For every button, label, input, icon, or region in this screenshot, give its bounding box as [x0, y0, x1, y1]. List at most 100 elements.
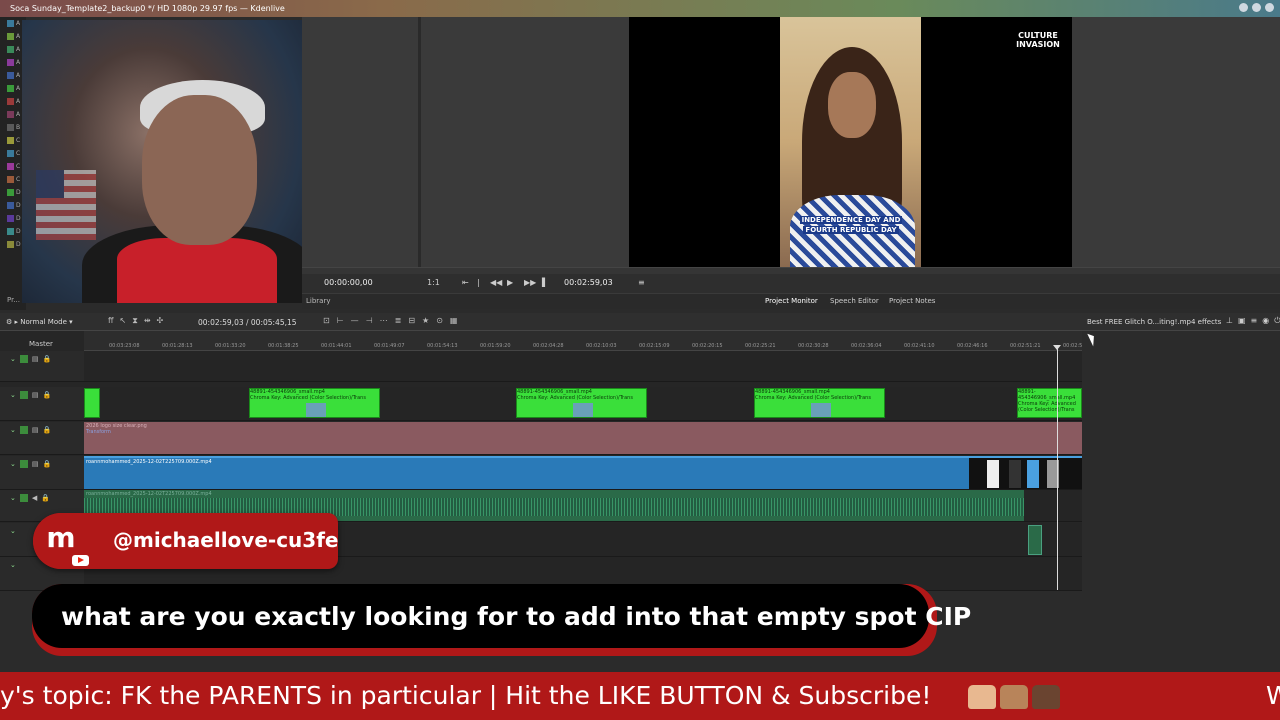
play-icon[interactable]: ▶	[507, 278, 513, 287]
lock-icon[interactable]: 🔒	[43, 460, 52, 468]
green-clip[interactable]: 48891-454346906_small.mp4 Chroma Key: Adv…	[516, 388, 647, 418]
green-clip[interactable]: 48891-454346906_small.mp4 Chroma Key: Adv…	[249, 388, 380, 418]
green-clip[interactable]	[84, 388, 100, 418]
ruler-tick-label: 00:01:49:07	[374, 343, 405, 349]
overwrite-icon[interactable]: —	[351, 316, 359, 325]
track-header: ⌄ ▤ 🔒	[0, 456, 84, 489]
logo-clip[interactable]: 2026 logo size clear.png Transform	[84, 422, 1082, 454]
audio-clip-small[interactable]	[1028, 525, 1042, 555]
lift-icon[interactable]: ⊢	[337, 316, 344, 325]
tab-speech-editor[interactable]: Speech Editor	[830, 297, 879, 305]
eye-icon[interactable]: ◉	[1262, 316, 1269, 326]
master-label: Master	[29, 340, 53, 348]
ruler-tick-label: 00:02:5	[1063, 343, 1083, 349]
settings-icon[interactable]: ⋯	[380, 316, 388, 325]
insert-icon[interactable]: ⊡	[323, 316, 330, 325]
track-v3[interactable]: ⌄ ▤ 🔒 48891-454346906_small.mp4 Chroma Key:…	[0, 387, 1082, 421]
pin-icon[interactable]: ⊥	[1226, 316, 1233, 326]
clip-thumbnails	[969, 458, 1082, 489]
minimize-button[interactable]	[1239, 3, 1248, 12]
track-target[interactable]	[19, 494, 28, 502]
project-timecode[interactable]: 00:02:59,03	[564, 278, 613, 287]
clip-timecode[interactable]: 00:00:00,00	[324, 278, 373, 287]
expand-icon[interactable]: ⌄	[10, 460, 16, 468]
track-target[interactable]	[19, 426, 28, 434]
hide-icon[interactable]: ▤	[32, 391, 39, 399]
compare-icon[interactable]: ▣	[1238, 316, 1246, 326]
mixer-icon[interactable]: ≣	[395, 316, 402, 325]
track-target[interactable]	[19, 355, 28, 363]
project-monitor[interactable]: INDEPENDENCE DAY AND FOURTH REPUBLIC DAY…	[302, 17, 1280, 267]
ruler-tick-label: 00:02:25:21	[745, 343, 776, 349]
power-icon[interactable]: ⏻	[1274, 316, 1280, 326]
track-v2[interactable]: ⌄ ▤ 🔒 2026 logo size clear.png Transform	[0, 422, 1082, 455]
select-tool-icon[interactable]: ↖	[120, 316, 127, 326]
track-v4[interactable]: ⌄ ▤ 🔒	[0, 351, 1082, 382]
mute-icon[interactable]: ◀	[32, 494, 37, 502]
bookmark-icon[interactable]: ▌	[542, 278, 548, 287]
skip-start-icon[interactable]: ⇤	[462, 278, 469, 287]
webcam-feed	[22, 20, 302, 303]
hide-icon[interactable]: ▤	[32, 355, 39, 363]
marker-icon[interactable]: ⊙	[436, 316, 443, 325]
panel-short-label[interactable]: Pr...	[7, 296, 20, 304]
razor-tool-icon[interactable]: ⧗	[132, 316, 138, 326]
track-icon[interactable]: ff	[108, 316, 114, 326]
expand-icon[interactable]: ⌄	[10, 355, 16, 363]
edit-mode-select[interactable]: ⚙ ▸ Normal Mode ▾	[6, 318, 73, 326]
ruler-tick-label: 00:02:15:09	[639, 343, 670, 349]
video-caption: INDEPENDENCE DAY AND FOURTH REPUBLIC DAY	[799, 216, 903, 234]
list-icon[interactable]: ≡	[1251, 316, 1258, 326]
zoom-icon[interactable]: ⊟	[408, 316, 415, 325]
track-v1[interactable]: ⌄ ▤ 🔒 roannmohammed_2025-12-02T225709.000Z…	[0, 456, 1082, 490]
hide-icon[interactable]: ▤	[32, 426, 39, 434]
expand-icon[interactable]: ⌄	[10, 494, 16, 502]
expand-icon[interactable]: ⌄	[10, 391, 16, 399]
window-titlebar: Soca Sunday_Template2_backup0 */ HD 1080…	[0, 0, 1280, 17]
expand-icon[interactable]: ⌄	[10, 426, 16, 434]
screen: Soca Sunday_Template2_backup0 */ HD 1080…	[0, 0, 1280, 720]
menu-icon[interactable]: ≡	[638, 278, 645, 287]
ruler-tick-label: 00:01:28:13	[162, 343, 193, 349]
timeline-ruler[interactable]: 00:03:23:08 00:01:28:13 00:01:33:20 00:01:3…	[84, 331, 1082, 351]
mix-icon[interactable]: ▦	[450, 316, 458, 325]
lock-icon[interactable]: 🔒	[43, 426, 52, 434]
lock-icon[interactable]: 🔒	[43, 391, 52, 399]
dock-tabs: Library Project Monitor Speech Editor Pr…	[302, 293, 1280, 309]
video-clip[interactable]: roannmohammed_2025-12-02T225709.000Z.mp4	[84, 456, 1082, 489]
star-icon[interactable]: ★	[422, 316, 429, 325]
chat-username: @michaellove-cu3fe	[113, 528, 339, 552]
timeline-toolbar: ⚙ ▸ Normal Mode ▾ ff ↖ ⧗ ⇹ ✣ 00:02:59,03…	[0, 313, 1280, 331]
maximize-button[interactable]	[1252, 3, 1261, 12]
spacer-tool-icon[interactable]: ⇹	[144, 316, 151, 326]
ruler-tick-label: 00:02:36:04	[851, 343, 882, 349]
tab-project-monitor[interactable]: Project Monitor	[765, 297, 818, 305]
forward-icon[interactable]: ▶▶	[524, 278, 536, 287]
playhead[interactable]	[1053, 345, 1061, 590]
mouse-cursor	[1087, 331, 1098, 347]
lock-icon[interactable]: 🔒	[41, 494, 50, 502]
slip-tool-icon[interactable]: ✣	[157, 316, 164, 326]
expand-icon[interactable]: ⌄	[10, 527, 16, 535]
lock-icon[interactable]: 🔒	[43, 355, 52, 363]
ruler-tick-label: 00:02:04:28	[533, 343, 564, 349]
rewind-icon[interactable]: ◀◀	[490, 278, 502, 287]
green-clip[interactable]: 48891-454346906_small.mp4 Chroma Key: Adv…	[754, 388, 885, 418]
hide-icon[interactable]: ▤	[32, 460, 39, 468]
tab-project-notes[interactable]: Project Notes	[889, 297, 935, 305]
thumbs-up-icons	[968, 685, 1060, 709]
timeline-edit-icons: ⊡ ⊢ — ⊣ ⋯ ≣ ⊟ ★ ⊙ ▦	[323, 316, 457, 325]
ticker-text-tail: W	[1266, 681, 1280, 710]
zoom-select[interactable]: 1:1	[427, 278, 440, 287]
monitor-ruler[interactable]	[302, 268, 1280, 274]
green-clip[interactable]: 48891-454346906_small.mp4 Chroma Key: Adv…	[1017, 388, 1082, 418]
track-target[interactable]	[19, 391, 28, 399]
close-button[interactable]	[1265, 3, 1274, 12]
prev-frame-icon[interactable]: |	[477, 278, 480, 287]
tab-library[interactable]: Library	[306, 297, 330, 305]
expand-icon[interactable]: ⌄	[10, 561, 16, 569]
extract-icon[interactable]: ⊣	[366, 316, 373, 325]
track-target[interactable]	[19, 460, 28, 468]
ruler-tick-label: 00:01:59:20	[480, 343, 511, 349]
ruler-tick-label: 00:02:41:10	[904, 343, 935, 349]
